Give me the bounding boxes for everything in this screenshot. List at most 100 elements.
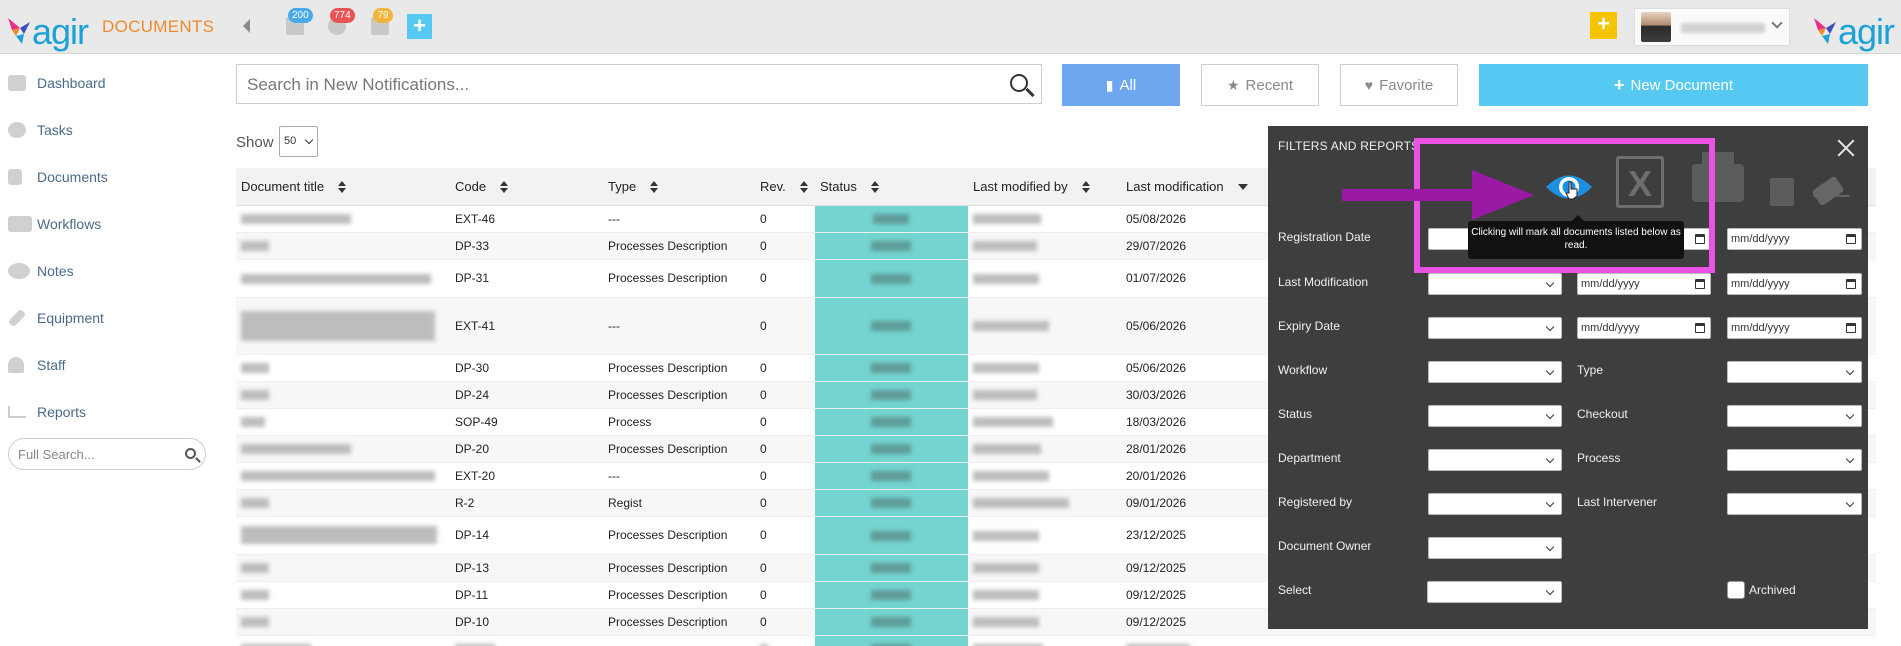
modified-by-cell <box>968 581 1121 609</box>
date-placeholder: mm/dd/yyyy <box>1731 278 1790 290</box>
rev-cell: 0 <box>755 259 815 298</box>
redacted-text <box>973 214 1041 225</box>
app-logo[interactable]: agir <box>6 6 89 50</box>
close-icon[interactable] <box>1836 138 1856 158</box>
copy-icon[interactable] <box>1770 178 1794 206</box>
modified-by-cell <box>968 608 1121 636</box>
checkout-select[interactable] <box>1727 405 1862 427</box>
redacted-text <box>873 214 909 225</box>
notification-badge: 200 <box>288 8 313 23</box>
select-dropdown[interactable] <box>1427 581 1562 603</box>
gear-icon[interactable]: 774 <box>328 8 355 35</box>
column-header-modified-by[interactable]: Last modified by <box>968 168 1121 206</box>
title-cell <box>236 259 450 298</box>
sidebar-item-tasks[interactable]: Tasks <box>0 114 220 146</box>
search-input[interactable] <box>247 74 987 96</box>
calendar-icon <box>1695 323 1705 333</box>
sidebar-item-label: Tasks <box>37 122 73 138</box>
last-intervener-label: Last Intervener <box>1577 495 1658 509</box>
registration-date-to[interactable]: mm/dd/yyyy <box>1727 228 1862 250</box>
sidebar-item-staff[interactable]: Staff <box>0 349 220 381</box>
sidebar-item-notes[interactable]: Notes <box>0 255 220 287</box>
date-placeholder: mm/dd/yyyy <box>1581 322 1640 334</box>
title-cell <box>236 516 450 555</box>
status-cell <box>815 489 968 517</box>
user-icon <box>8 357 24 373</box>
column-header-rev[interactable]: Rev. <box>755 168 815 206</box>
department-select[interactable] <box>1428 449 1562 471</box>
registered-by-select[interactable] <box>1428 493 1562 515</box>
sidebar-item-label: Reports <box>37 404 87 420</box>
archived-label: Archived <box>1749 583 1796 597</box>
last-intervener-select[interactable] <box>1727 493 1862 515</box>
full-search-input[interactable] <box>18 444 178 464</box>
sidebar-item-label: Documents <box>37 169 108 185</box>
search-icon[interactable] <box>1010 74 1028 92</box>
filter-favorite-label: Favorite <box>1379 76 1434 94</box>
process-select[interactable] <box>1727 449 1862 471</box>
column-header-title[interactable]: Document title <box>236 168 450 206</box>
document-owner-select[interactable] <box>1428 537 1562 559</box>
type-cell: Processes Description <box>603 354 755 382</box>
logo-text: agir <box>1838 11 1895 52</box>
column-header-label: Type <box>608 178 637 194</box>
workflow-select[interactable] <box>1428 361 1562 383</box>
rev-cell: 0 <box>755 489 815 517</box>
sidebar-item-label: Workflows <box>37 216 102 232</box>
document-icon: ▮ <box>1105 76 1114 93</box>
add-button[interactable]: + <box>407 14 432 39</box>
status-cell <box>815 516 968 555</box>
last-modification-select[interactable] <box>1428 273 1562 295</box>
sidebar-item-equipment[interactable]: Equipment <box>0 302 220 334</box>
expiry-date-from[interactable]: mm/dd/yyyy <box>1577 317 1711 339</box>
redacted-text <box>973 530 1039 541</box>
quick-add-button[interactable]: + <box>1590 12 1617 39</box>
table-row[interactable] <box>236 635 1876 646</box>
section-title: DOCUMENTS <box>102 17 215 36</box>
status-select[interactable] <box>1428 405 1562 427</box>
star-icon: ★ <box>1226 76 1240 93</box>
calendar-icon[interactable]: 200 <box>286 8 313 35</box>
title-cell <box>236 635 450 646</box>
collapse-sidebar-icon[interactable] <box>243 19 250 33</box>
archived-checkbox[interactable] <box>1727 581 1745 599</box>
note-icon[interactable]: 79 <box>371 8 393 35</box>
type-select[interactable] <box>1727 361 1862 383</box>
code-cell: SOP-49 <box>450 408 603 436</box>
expiry-date-select[interactable] <box>1428 317 1562 339</box>
filter-recent-button[interactable]: ★ Recent <box>1201 64 1319 106</box>
last-modification-to[interactable]: mm/dd/yyyy <box>1727 273 1862 295</box>
rev-cell: 0 <box>755 205 815 233</box>
redacted-text <box>871 363 911 374</box>
filter-all-button[interactable]: ▮ All <box>1062 64 1180 106</box>
type-cell: Regist <box>603 489 755 517</box>
date-placeholder: mm/dd/yyyy <box>1731 322 1790 334</box>
column-header-label: Document title <box>241 178 325 194</box>
new-document-button[interactable]: + New Document <box>1479 64 1868 106</box>
last-modification-from[interactable]: mm/dd/yyyy <box>1577 273 1711 295</box>
redacted-text <box>973 471 1049 482</box>
search-icon[interactable] <box>185 448 196 459</box>
rev-cell: 0 <box>755 435 815 463</box>
sidebar-item-documents[interactable]: Documents <box>0 161 220 193</box>
sidebar-item-workflows[interactable]: Workflows <box>0 208 220 240</box>
code-cell: DP-31 <box>450 259 603 298</box>
filter-favorite-button[interactable]: ♥ Favorite <box>1340 64 1458 106</box>
user-menu[interactable] <box>1634 8 1790 46</box>
wrench-icon <box>7 308 27 328</box>
code-cell <box>450 635 603 646</box>
eraser-icon[interactable] <box>1811 175 1845 207</box>
code-cell: DP-14 <box>450 516 603 555</box>
expiry-date-to[interactable]: mm/dd/yyyy <box>1727 317 1862 339</box>
page-size-select[interactable]: 50 <box>279 126 318 157</box>
sidebar-item-reports[interactable]: Reports <box>0 396 220 428</box>
sidebar-item-label: Dashboard <box>37 75 106 91</box>
column-header-code[interactable]: Code <box>450 168 603 206</box>
redacted-text <box>973 273 1039 284</box>
column-header-status[interactable]: Status <box>815 168 968 206</box>
redacted-text <box>871 273 911 284</box>
sidebar-item-dashboard[interactable]: Dashboard <box>0 67 220 99</box>
column-header-type[interactable]: Type <box>603 168 755 206</box>
expiry-date-label: Expiry Date <box>1278 319 1341 333</box>
code-cell: EXT-20 <box>450 462 603 490</box>
